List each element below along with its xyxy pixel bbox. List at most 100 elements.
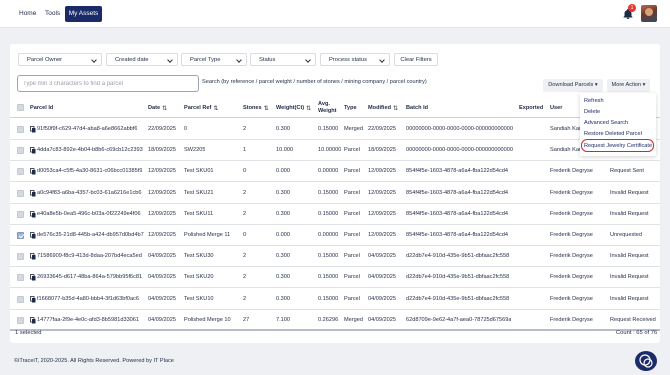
filter-status[interactable]: Status [250,53,316,66]
filter-created-date[interactable]: Created date [106,53,178,66]
copy-icon[interactable] [30,316,36,324]
filter-parcel-owner[interactable]: Parcel Owner [18,53,102,66]
cell-avg-weight: 10.00000 [318,147,342,154]
cell-user: Frederik Degryse [550,232,593,238]
cell-parcel-ref: Test SKU01 [184,168,214,175]
chevron-down-icon [236,57,242,63]
sort-icon: ⇅ [306,105,312,112]
cell-parcel-ref: Test SKU21 [184,189,214,196]
table-row[interactable]: a0c94f83-a6ba-4357-bc03-61a6216e1cb6 12/0… [10,183,660,204]
cell-avg-weight: 0.26296 [318,316,339,323]
copy-icon[interactable] [30,126,36,133]
menu-item-delete[interactable]: Delete [584,107,600,117]
chat-button[interactable] [635,351,657,371]
cell-parcel-id: 91f50f9f-c629-47d4-aba8-a6e8662abbf6 [37,126,138,132]
copy-icon[interactable] [30,232,36,239]
cell-stones: 2 [243,274,247,281]
download-parcels-button[interactable]: Download Parcels ▾ [543,79,603,92]
cell-date: 12/09/2025 [148,168,176,175]
col-label: Parcel Id [30,105,54,111]
cell-user: Frederik Degryse [550,253,593,260]
top-navbar: Home Tools My Assets 1 [0,0,670,28]
sort-icon: ⇅ [213,105,219,112]
cell-avg-weight: 0.15000 [318,189,339,196]
filter-process-status[interactable]: Process status [320,53,390,66]
row-checkbox[interactable] [17,253,24,261]
col-modified[interactable]: Modified ⇅ [368,98,398,118]
row-checkbox[interactable] [17,210,24,218]
col-avg-weight: Avg. Weight [318,98,337,118]
table-row[interactable]: f1668077-b35d-4a80-bbb4-3f1d63bf0ac6 04/0… [10,289,660,310]
col-parcel-ref[interactable]: Parcel Ref ⇅ [184,98,218,118]
row-checkbox[interactable] [17,295,24,303]
filter-parcel-type[interactable]: Parcel Type [181,53,247,66]
col-weight[interactable]: Weight(Ct) ⇅ [276,98,311,118]
cell-batch-id: 00000000-0000-0000-0000-000000000000 [406,147,514,154]
table-row[interactable]: 14777faa-2f9e-4e0c-afd3-8b5981d33061 04/0… [10,310,660,331]
col-batch-id: Batch Id [406,98,428,118]
parcel-search-input[interactable] [17,75,199,92]
col-date[interactable]: Date ⇅ [148,98,167,118]
copy-icon[interactable] [30,253,36,260]
cell-batch-id: 62d8709e-9e62-4a7f-aea0-78725d67569a [406,316,512,323]
nav-my-assets[interactable]: My Assets [65,6,102,22]
table-row[interactable]: d0053ca4-c5f5-4a30-8631-c06bcc01385f9 12/… [10,161,660,183]
col-stones[interactable]: Stones ⇅ [243,98,269,118]
table-row[interactable]: de576c35-21d8-445b-a424-db957d0bd4b7 12/0… [10,225,660,246]
more-action-button[interactable]: More Action ▾ [607,79,650,92]
row-checkbox[interactable] [17,189,24,197]
sort-icon: ⇅ [162,105,168,112]
cell-batch-id: d22db7e4-910d-435e-9b51-dbfaac2fc558 [406,253,510,260]
cell-date: 04/09/2025 [148,295,176,302]
col-parcel-id[interactable]: Parcel Id [30,98,53,118]
cell-type: Parcel [344,232,360,238]
filter-label: Created date [115,57,149,63]
assets-card: Parcel Owner Created date Parcel Type St… [10,44,660,343]
menu-item-advanced-search[interactable]: Advanced Search [584,118,628,128]
table-row[interactable]: 26933645-d617-48ba-864a-579bb95f6c81 04/0… [10,267,660,289]
copy-icon[interactable] [30,147,36,154]
cell-parcel-ref: Polished Merge 10 [184,316,231,323]
nav-tools[interactable]: Tools [41,6,64,22]
cell-user: Frederik Degryse [550,295,593,302]
cell-parcel-id: de576c35-21d8-445b-a424-db957d0bd4b7 [37,232,144,238]
copy-icon[interactable] [30,210,36,218]
row-checkbox[interactable] [17,232,24,239]
cell-parcel-id: e40a8e5b-0ea5-496c-b03a-0f22249e4f06 [37,210,141,217]
cell-stones: 2 [243,295,247,302]
copy-icon[interactable] [30,168,36,175]
chevron-down-icon [379,57,385,63]
copy-icon[interactable] [30,189,36,197]
row-checkbox[interactable] [17,147,24,155]
cell-weight: 7.100 [276,316,290,323]
cell-request-status: Invalid Request [610,274,649,281]
table-row[interactable]: e40a8e5b-0ea5-496c-b03a-0f22249e4f06 12/0… [10,204,660,225]
cell-weight: 0.000 [276,168,290,175]
cell-type: Parcel [344,274,360,281]
nav-home[interactable]: Home [15,6,40,22]
row-checkbox[interactable] [17,274,24,282]
table-row[interactable]: 71586909-f8c9-413d-8daa-207bd4eca5ed 04/0… [10,246,660,268]
col-label: Parcel Ref [184,105,212,111]
cell-parcel-ref: SW2205 [184,147,206,154]
table-row[interactable]: 91f50f9f-c629-47d4-aba8-a6e8662abbf6 22/0… [10,119,660,140]
col-exported: Exported [519,98,543,118]
row-checkbox[interactable] [17,126,24,133]
cell-weight: 0.300 [276,274,290,281]
menu-item-refresh[interactable]: Refresh [584,96,604,106]
cell-parcel-ref: Test SKU10 [184,295,214,302]
select-all-checkbox[interactable] [17,104,24,111]
table-row[interactable]: 4dda7c83-892e-4b04-b8b6-c69cb12c2393 18/0… [10,140,660,162]
cell-avg-weight: 0.15000 [318,253,339,260]
col-label: Weight [318,108,337,114]
col-type: Type [344,98,357,118]
row-checkbox[interactable] [17,168,24,176]
copy-icon[interactable] [30,295,36,303]
menu-item-restore-deleted[interactable]: Restore Deleted Parcel [584,129,642,139]
sort-icon: ⇅ [263,105,269,112]
cell-avg-weight: 0.15000 [318,274,339,281]
copy-icon[interactable] [30,274,36,281]
row-checkbox[interactable] [17,316,24,324]
clear-filters-button[interactable]: Clear Filters [394,53,438,66]
user-avatar[interactable] [641,5,657,22]
